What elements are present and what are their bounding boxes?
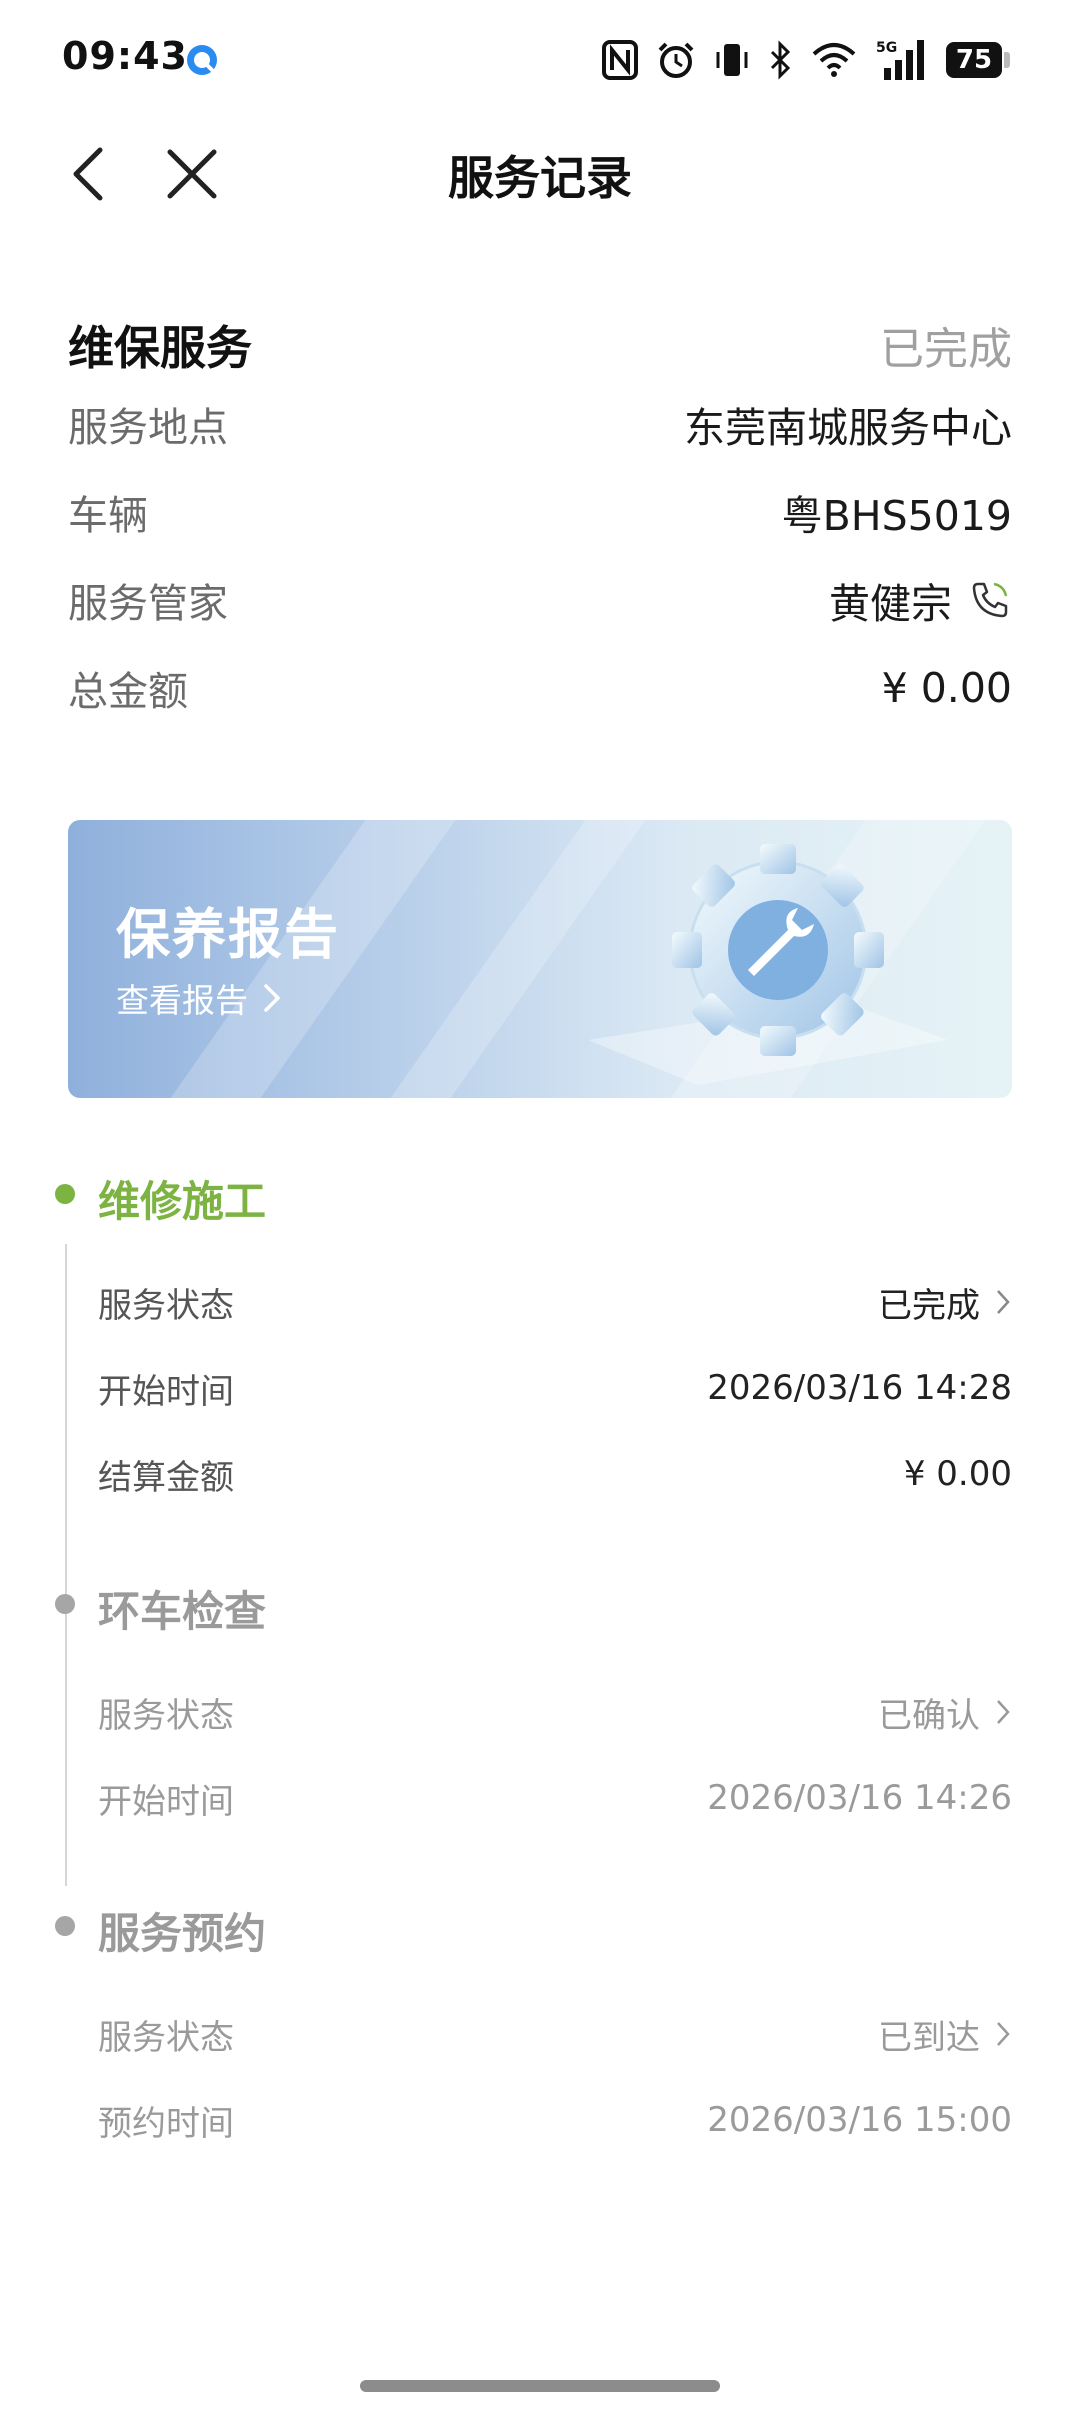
alarm-icon — [658, 42, 694, 78]
timeline-line — [65, 1244, 67, 1718]
summary-header: 维保服务 已完成 — [68, 310, 1012, 380]
timeline-line — [65, 1654, 67, 1886]
summary-label: 总金额 — [68, 669, 188, 715]
summary-status-badge: 已完成 — [880, 324, 1012, 375]
timeline-row-appointment-time: 预约时间 2026/03/16 15:00 — [98, 2090, 1012, 2150]
view-report-link[interactable]: 查看报告 — [116, 974, 282, 1022]
summary-value: 黄健宗 — [829, 580, 952, 628]
status-time: 09:43 — [62, 34, 188, 78]
signal-5g-icon: 5G — [876, 40, 924, 80]
timeline-label: 服务状态 — [98, 1695, 234, 1736]
summary-value: 东莞南城服务中心 — [684, 404, 1012, 452]
chevron-right-icon — [997, 2022, 1010, 2046]
timeline-label: 服务状态 — [98, 1285, 234, 1326]
status-value: 已确认 — [878, 1695, 980, 1736]
summary-row-butler: 服务管家 黄健宗 — [68, 556, 1012, 644]
gear-wrench-icon — [588, 844, 948, 1085]
timeline-row-start-time: 开始时间 2026/03/16 14:26 — [98, 1768, 1012, 1828]
summary-value: ¥ 0.00 — [881, 664, 1012, 712]
svg-text:5G: 5G — [876, 40, 897, 56]
battery-icon: 75 — [946, 42, 1010, 78]
summary-label: 车辆 — [68, 493, 148, 539]
chevron-right-icon — [264, 984, 281, 1012]
status-bar: 09:43 5G 75 — [0, 0, 1080, 120]
banner-title: 保养报告 — [116, 903, 340, 966]
app-notification-icon — [187, 45, 217, 75]
vibrate-icon — [716, 44, 748, 76]
status-value: 已到达 — [878, 2017, 980, 2058]
summary-row-total: 总金额 ¥ 0.00 — [68, 644, 1012, 732]
summary-label: 服务地点 — [68, 405, 228, 451]
bluetooth-icon — [770, 40, 791, 80]
summary-row-location: 服务地点 东莞南城服务中心 — [68, 380, 1012, 468]
timeline-section-title: 环车检查 — [98, 1587, 267, 1636]
timeline-label: 服务状态 — [98, 2017, 234, 2058]
battery-level: 75 — [946, 42, 1002, 78]
navigation-bar: 服务记录 — [0, 120, 1080, 230]
timeline-row-status[interactable]: 服务状态 已到达 — [98, 2004, 1012, 2064]
timeline-dot — [55, 1184, 75, 1204]
status-icons: 5G 75 — [602, 36, 1010, 84]
timeline-row-status[interactable]: 服务状态 已确认 — [98, 1682, 1012, 1742]
timeline-value: 2026/03/16 15:00 — [707, 2100, 1012, 2140]
timeline-value: 2026/03/16 14:26 — [707, 1778, 1012, 1818]
phone-call-icon[interactable] — [968, 578, 1012, 622]
wifi-icon — [812, 43, 856, 77]
butler-contact[interactable]: 黄健宗 — [829, 570, 1012, 630]
timeline-dot — [55, 1916, 75, 1936]
service-summary: 维保服务 已完成 服务地点 东莞南城服务中心 车辆 粤BHS5019 服务管家 … — [68, 310, 1012, 732]
page-title: 服务记录 — [448, 151, 632, 205]
maintenance-report-banner[interactable]: 保养报告 查看报告 — [68, 820, 1012, 1098]
nfc-icon — [602, 40, 638, 80]
timeline-row-status[interactable]: 服务状态 已完成 — [98, 1272, 1012, 1332]
status-value: 已完成 — [878, 1285, 980, 1326]
timeline-value: 已确认 — [878, 1688, 1012, 1737]
timeline-value: 已完成 — [878, 1278, 1012, 1327]
summary-value: 粤BHS5019 — [781, 492, 1012, 540]
timeline-label: 开始时间 — [98, 1781, 234, 1822]
chevron-right-icon — [997, 1700, 1010, 1724]
timeline-value: ¥ 0.00 — [903, 1454, 1012, 1494]
timeline-row-amount: 结算金额 ¥ 0.00 — [98, 1444, 1012, 1504]
view-report-label: 查看报告 — [116, 981, 248, 1020]
timeline-row-start-time: 开始时间 2026/03/16 14:28 — [98, 1358, 1012, 1418]
summary-title: 维保服务 — [68, 321, 252, 375]
timeline-label: 开始时间 — [98, 1371, 234, 1412]
timeline-section-title: 维修施工 — [98, 1177, 267, 1226]
chevron-right-icon — [997, 1290, 1010, 1314]
timeline-label: 预约时间 — [98, 2103, 234, 2144]
timeline-section-title: 服务预约 — [98, 1909, 267, 1958]
timeline-value: 已到达 — [878, 2010, 1012, 2059]
summary-label: 服务管家 — [68, 581, 228, 627]
home-indicator[interactable] — [360, 2380, 720, 2392]
timeline-label: 结算金额 — [98, 1457, 234, 1498]
timeline-dot — [55, 1594, 75, 1614]
summary-row-vehicle: 车辆 粤BHS5019 — [68, 468, 1012, 556]
timeline-value: 2026/03/16 14:28 — [707, 1368, 1012, 1408]
